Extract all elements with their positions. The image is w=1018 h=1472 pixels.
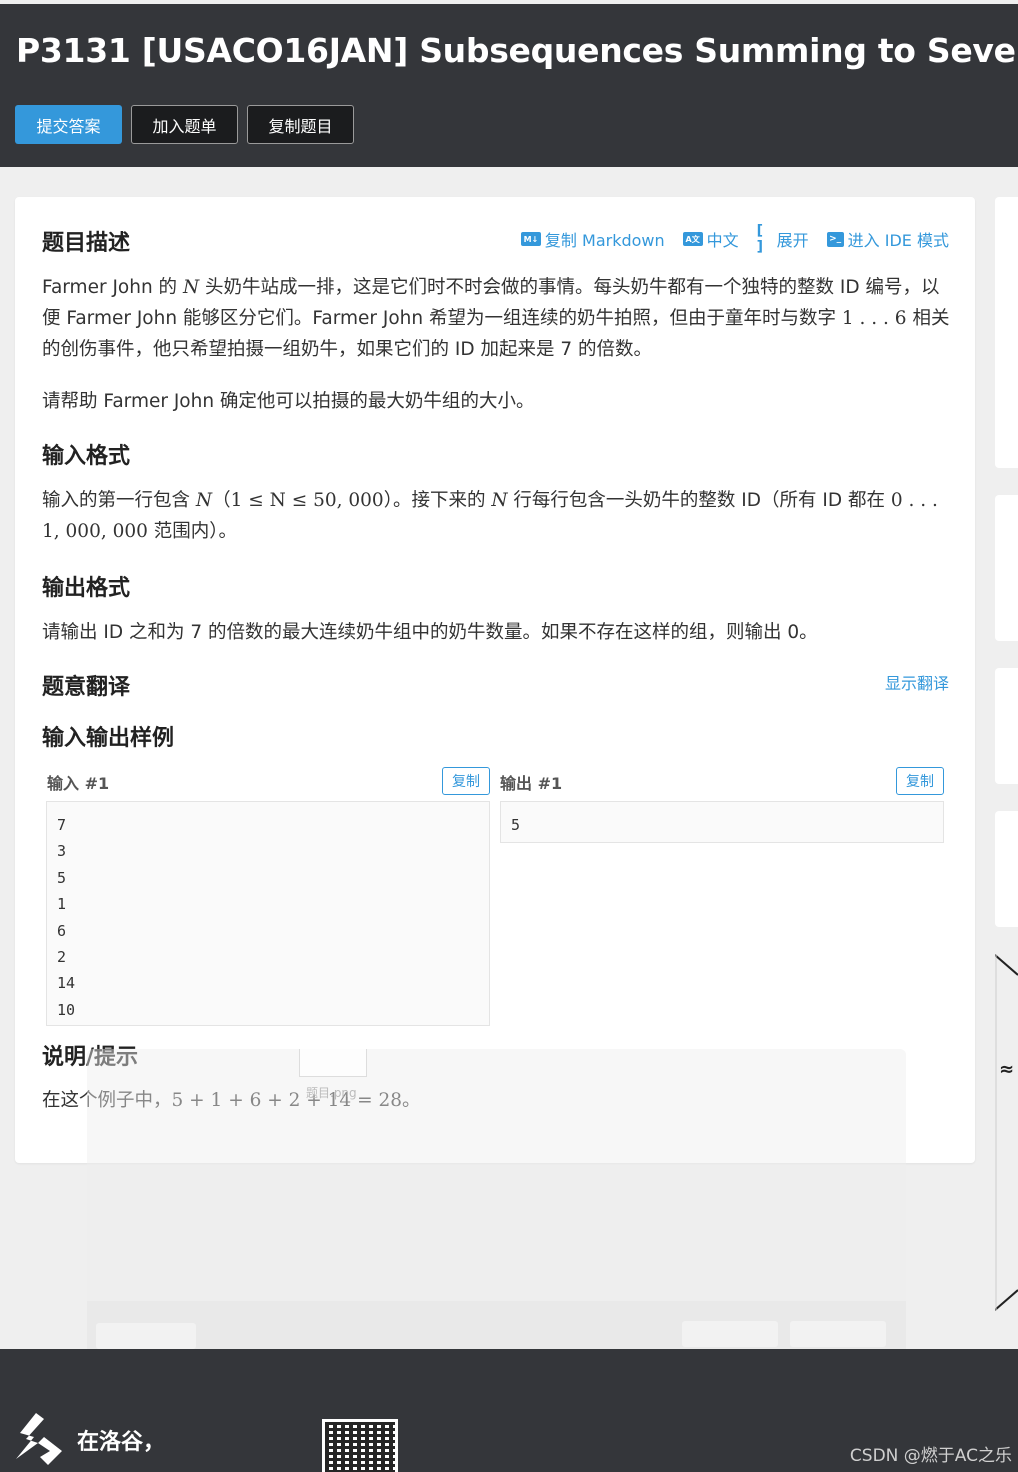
side-card (995, 197, 1018, 468)
submit-answer-button[interactable]: 提交答案 (15, 105, 122, 144)
sample-input-line: 1 (57, 895, 67, 914)
side-card (995, 811, 1018, 927)
image-thumbnail (299, 1049, 367, 1077)
qr-code (322, 1419, 398, 1472)
logo-shape (38, 1437, 62, 1465)
description-paragraph-2: 请帮助 Farmer John 确定他可以拍摄的最大奶牛组的大小。 (42, 391, 535, 412)
side-line (995, 954, 1018, 976)
logo-shape (16, 1413, 44, 1459)
csdn-watermark: CSDN @燃于AC之乐 (849, 1446, 1012, 1466)
image-caption: 题目.png (306, 1086, 357, 1100)
ide-mode-button[interactable]: >_ 进入 IDE 模式 (826, 227, 949, 251)
sample-input-line: 14 (57, 974, 76, 993)
luogu-logo-icon (16, 1413, 62, 1465)
expand-icon: [ ] (756, 223, 764, 255)
sample-output-block[interactable]: 5 (500, 801, 944, 843)
sample-input-line: 2 (57, 948, 67, 967)
image-preview-overlay: 题目.png (87, 1049, 906, 1359)
copy-sample-output-button[interactable]: 复制 (896, 767, 944, 795)
side-card (995, 495, 1018, 641)
sample-output-line: 5 (511, 816, 521, 834)
output-format-text: 请输出 ID 之和为 7 的倍数的最大连续奶牛组中的奶牛数量。如果不存在这样的组… (42, 622, 818, 643)
copy-problem-button[interactable]: 复制题目 (247, 105, 354, 144)
expand-button[interactable]: [ ] 展开 (756, 223, 809, 255)
copy-markdown-button[interactable]: M↓ 复制 Markdown (520, 227, 665, 251)
side-glyph: ≈ (999, 1059, 1014, 1080)
samples-heading: 输入输出样例 (42, 726, 175, 751)
side-decoration: ≈ (995, 954, 1018, 1311)
side-card (995, 668, 1018, 784)
markdown-icon: M↓ (520, 232, 541, 246)
problem-card: 题目描述 M↓ 复制 Markdown A文 中文 [ ] 展开 >_ 进入 I… (15, 197, 975, 1163)
add-to-list-button[interactable]: 加入题单 (131, 105, 238, 144)
sample-input-line: 3 (57, 842, 67, 861)
footer-slogan: 在洛谷， (77, 1430, 166, 1455)
sample-input-line: 5 (57, 868, 67, 887)
description-paragraph: Farmer John 的 N 头奶牛站成一排，这是它们时不时会做的事情。每头奶… (42, 277, 950, 360)
sample-input-line: 6 (57, 921, 67, 940)
copy-sample-input-button[interactable]: 复制 (442, 767, 490, 795)
side-line (995, 1289, 1018, 1311)
input-format-text: 输入的第一行包含 N（1 ≤ N ≤ 50, 000）。接下来的 N 行每行包含… (42, 490, 938, 542)
expand-label: 展开 (776, 231, 809, 250)
terminal-icon: >_ (826, 231, 844, 247)
overlay-field[interactable] (96, 1323, 196, 1349)
sample-input-line: 7 (57, 816, 67, 834)
output-format-heading: 输出格式 (42, 576, 131, 601)
qr-pattern (325, 1422, 395, 1472)
translation-heading: 题意翻译 (42, 675, 131, 700)
show-translation-link[interactable]: 显示翻译 (885, 670, 949, 694)
problem-title: P3131 [USACO16JAN] Subsequences Summing … (16, 31, 1018, 70)
problem-header: P3131 [USACO16JAN] Subsequences Summing … (0, 4, 1018, 167)
translate-icon: A文 (682, 232, 703, 246)
input-format-heading: 输入格式 (42, 444, 131, 469)
problem-toolbar: M↓ 复制 Markdown A文 中文 [ ] 展开 >_ 进入 IDE 模式 (520, 223, 949, 255)
ide-mode-label: 进入 IDE 模式 (847, 231, 949, 250)
description-heading: 题目描述 (42, 231, 131, 256)
overlay-button[interactable] (682, 1321, 778, 1347)
sample-input-label: 输入 #1 (47, 774, 110, 793)
language-label: 中文 (706, 231, 739, 250)
language-button[interactable]: A文 中文 (682, 227, 739, 251)
sample-input-line: 10 (57, 1000, 76, 1019)
site-footer: 在洛谷， CSDN @燃于AC之乐 (0, 1349, 1018, 1472)
sample-output-label: 输出 #1 (500, 774, 563, 793)
sample-input-block[interactable]: 7 3 5 1 6 2 14 10 (46, 801, 490, 1026)
overlay-button[interactable] (790, 1321, 886, 1347)
copy-markdown-label: 复制 Markdown (544, 231, 665, 250)
